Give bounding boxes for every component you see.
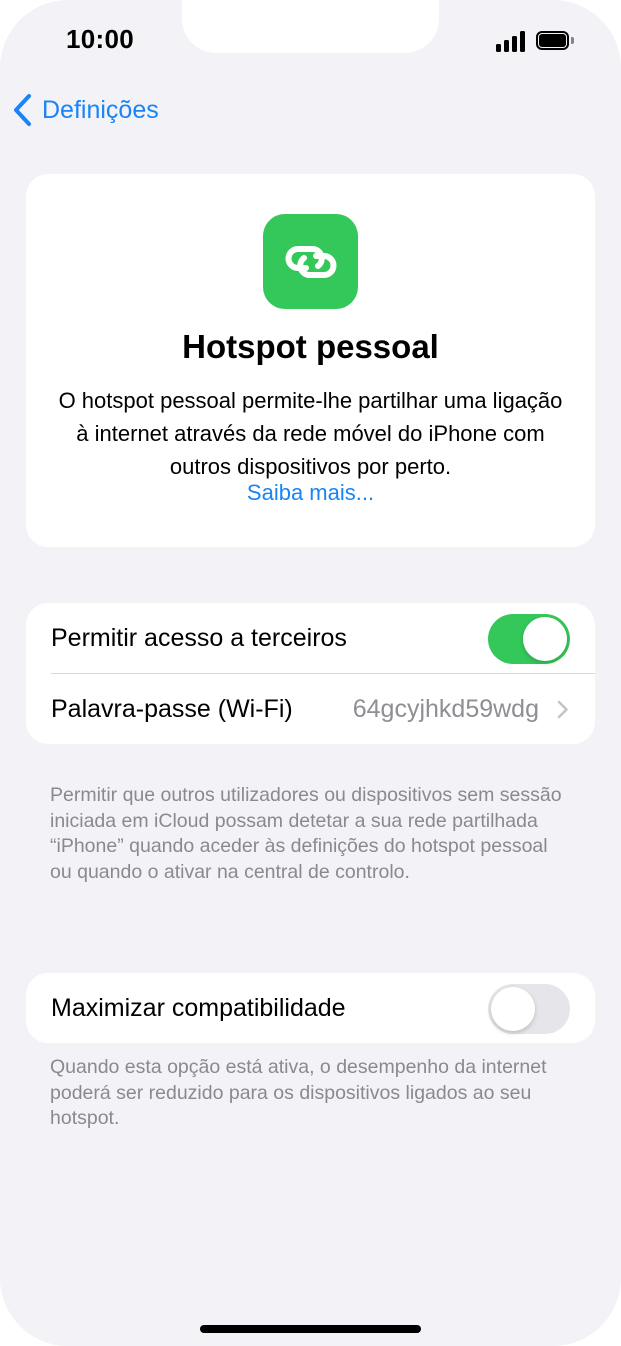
wifi-password-label: Palavra-passe (Wi-Fi) (51, 695, 293, 723)
cellular-signal-icon (496, 30, 528, 52)
toggle-knob (491, 987, 535, 1031)
back-button-label: Definições (42, 95, 159, 124)
maximize-compat-footnote: Quando esta opção está ativa, o desempen… (50, 1056, 547, 1129)
allow-others-row: Permitir acesso a terceiros (26, 603, 595, 674)
hotspot-info-card: Hotspot pessoal O hotspot pessoal permit… (26, 174, 595, 547)
learn-more-link[interactable]: Saiba mais... (26, 480, 595, 506)
maximize-compat-label: Maximizar compatibilidade (51, 994, 346, 1022)
wifi-password-value: 64gcyjhkd59wdg (352, 695, 539, 723)
wifi-password-row[interactable]: Palavra-passe (Wi-Fi) 64gcyjhkd59wdg (26, 674, 595, 744)
allow-others-footnote: Permitir que outros utilizadores ou disp… (50, 784, 562, 883)
hotspot-description: O hotspot pessoal permite-lhe partilhar … (58, 388, 563, 479)
maximize-compat-row: Maximizar compatibilidade (26, 973, 595, 1043)
battery-full-icon (536, 30, 574, 52)
chevron-right-icon (557, 700, 568, 719)
chevron-left-icon (14, 94, 31, 126)
toggle-knob (523, 617, 567, 661)
compatibility-group: Maximizar compatibilidade (26, 973, 595, 1043)
home-indicator[interactable] (200, 1325, 421, 1333)
notch (182, 0, 439, 53)
status-time: 10:00 (66, 24, 134, 54)
allow-others-toggle[interactable] (488, 614, 570, 664)
page-title: Hotspot pessoal (182, 328, 439, 365)
maximize-compat-toggle[interactable] (488, 984, 570, 1034)
screen: 10:00 Definições Hotspot pessoal O hotsp… (0, 0, 621, 1346)
sharing-settings-group: Permitir acesso a terceiros Palavra-pass… (26, 603, 595, 744)
back-button[interactable]: Definições (12, 92, 159, 128)
hotspot-link-icon (263, 214, 358, 309)
allow-others-label: Permitir acesso a terceiros (51, 624, 347, 652)
